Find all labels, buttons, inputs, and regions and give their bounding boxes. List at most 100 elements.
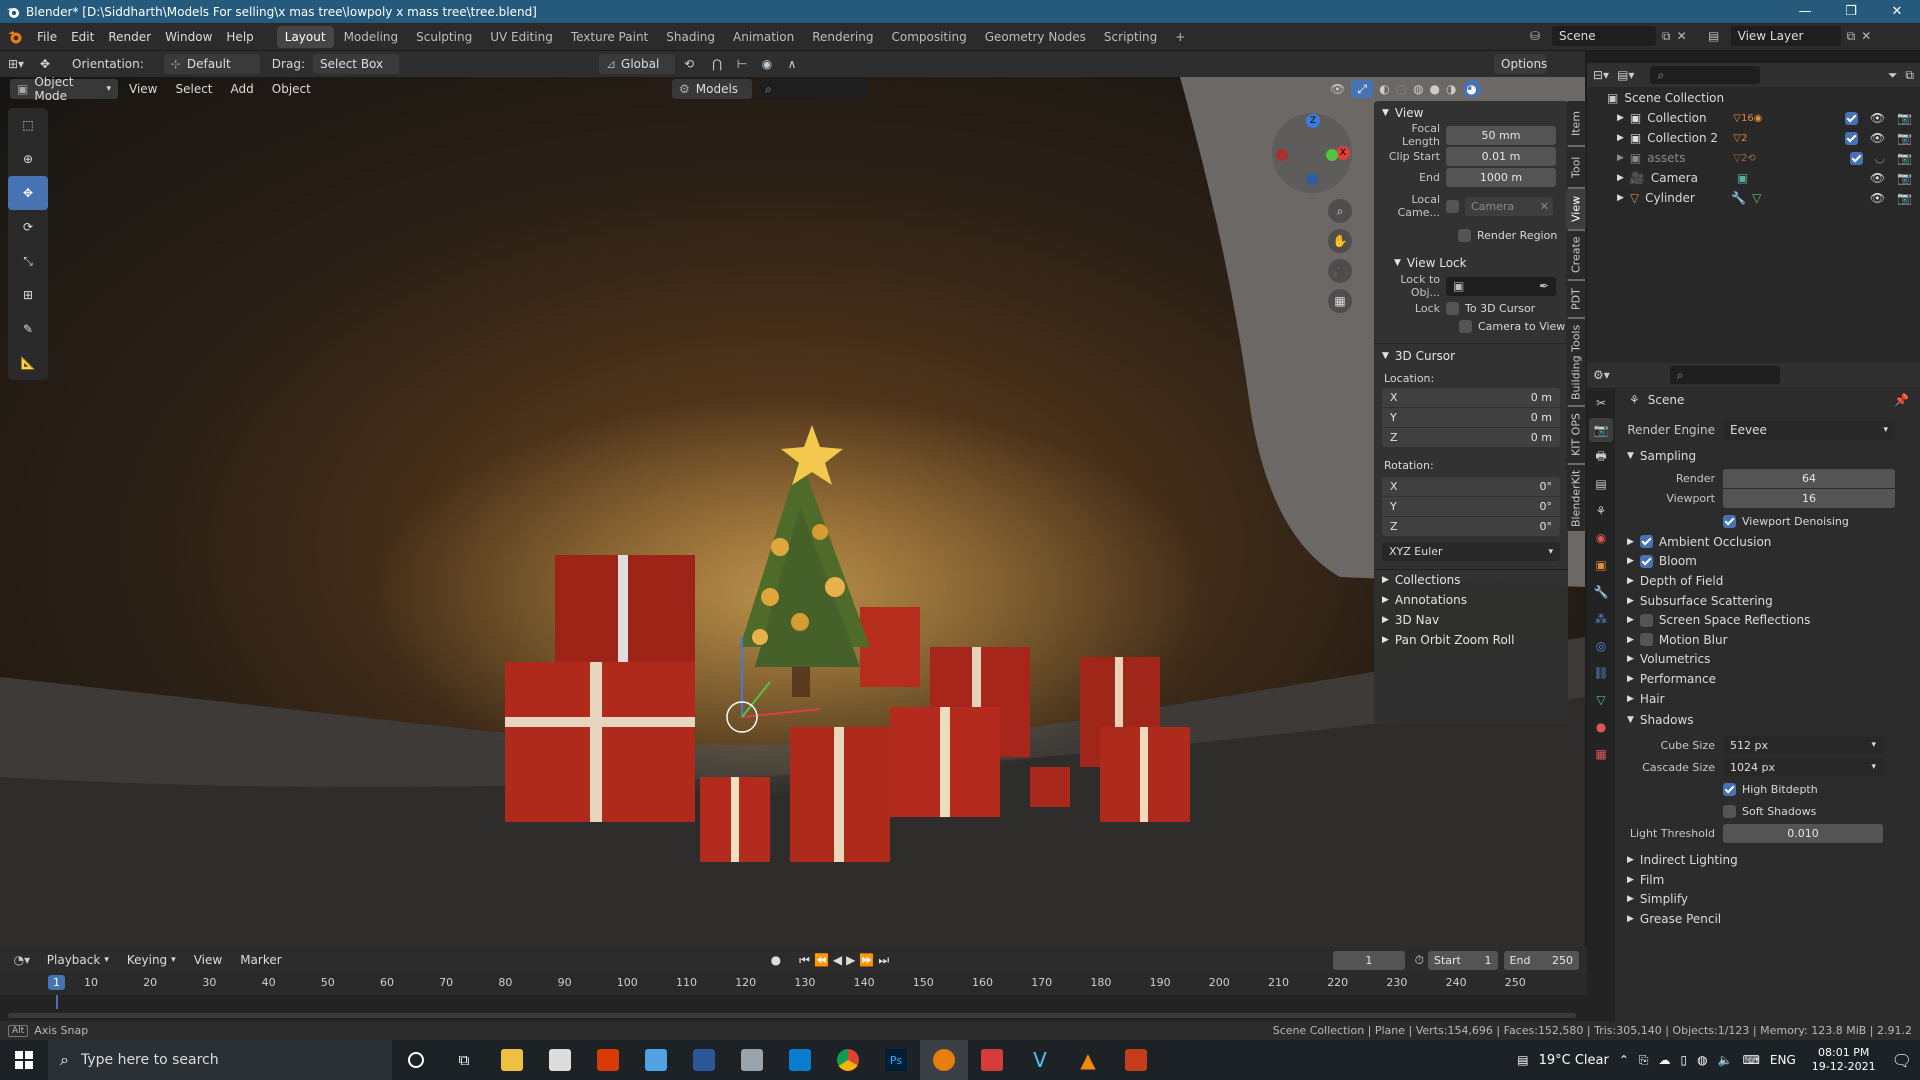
word-icon[interactable] (680, 1040, 728, 1080)
menu-help[interactable]: Help (219, 23, 260, 51)
snap-icon[interactable]: ⋂ (703, 57, 731, 71)
clip-start-field[interactable]: 0.01 m (1446, 146, 1556, 166)
view-layer-icon[interactable]: ▤ (1703, 29, 1725, 43)
cloud-icon[interactable]: ☁ (1659, 1053, 1671, 1067)
3d-viewport[interactable]: ▣ Object Mode ▾ View Select Add Object ⚙ Mo… (0, 77, 1585, 947)
timeline-menu-view[interactable]: View (187, 950, 229, 970)
xray-icon[interactable]: ▢ (1396, 82, 1407, 96)
cube-size-dropdown[interactable]: 512 px ▾ (1723, 736, 1883, 755)
camera-view-icon[interactable]: 🎥 (1328, 259, 1352, 283)
options-dropdown[interactable]: Options (1494, 54, 1547, 74)
tab-layout[interactable]: Layout (276, 25, 334, 48)
editor-type-icon[interactable]: ⊞▾ (0, 57, 32, 71)
render-region-checkbox[interactable] (1458, 228, 1471, 242)
render-panel-header[interactable]: ▶ Volumetrics (1619, 650, 1917, 670)
minimize-button[interactable]: — (1782, 0, 1828, 23)
render-tab-icon[interactable]: 📷 (1589, 418, 1613, 442)
notifications-icon[interactable]: 🗨 (1892, 1051, 1912, 1070)
new-scene-icon[interactable]: ⧉ (1662, 29, 1671, 44)
models-dropdown[interactable]: ⚙ Models (672, 79, 752, 99)
camera-render-icon[interactable]: 📷 (1897, 191, 1912, 205)
vlc-icon[interactable]: ▲ (1064, 1040, 1112, 1080)
tab-kit-ops[interactable]: KIT OPS (1566, 407, 1586, 463)
timeline-menu-playback[interactable]: Playback ▾ (40, 950, 116, 970)
eye-icon[interactable]: 👁 (1870, 131, 1885, 145)
outliner-editor-icon[interactable]: ⊟▾ (1593, 68, 1609, 82)
photoshop-icon[interactable]: Ps (872, 1040, 920, 1080)
menu-edit[interactable]: Edit (64, 23, 101, 51)
pan-hand-icon[interactable]: ✋ (1328, 229, 1352, 253)
store-icon[interactable] (536, 1040, 584, 1080)
tab-uv-editing[interactable]: UV Editing (482, 26, 561, 48)
filter-icon[interactable]: ⏷ (1888, 68, 1898, 83)
render-lower-panel-header[interactable]: ▶ Simplify (1619, 890, 1917, 910)
3d-cursor-section-header[interactable]: ▼ 3D Cursor (1374, 344, 1568, 368)
menu-render[interactable]: Render (101, 23, 158, 51)
gizmo-neg-x[interactable] (1276, 149, 1288, 161)
tab-compositing[interactable]: Compositing (883, 26, 974, 48)
camera-render-icon[interactable]: 📷 (1897, 171, 1912, 185)
volume-icon[interactable]: 🔈 (1718, 1053, 1733, 1067)
frame-ruler[interactable]: 1 10 20 30 40 50 60 70 80 90 100 110 120 130 140 150 160… (0, 973, 1587, 995)
render-panel-header[interactable]: ▶ Hair (1619, 689, 1917, 709)
tab-rendering[interactable]: Rendering (804, 26, 881, 48)
focal-length-field[interactable]: 50 mm (1446, 125, 1556, 145)
end-frame-field[interactable]: End 250 (1503, 950, 1580, 970)
cursor-rotation-x[interactable]: X 0° (1382, 477, 1560, 496)
tray-app-icon[interactable]: ⎘ (1639, 1053, 1649, 1068)
3d-nav-section-header[interactable]: ▶ 3D Nav (1374, 610, 1568, 630)
solid-shading-icon[interactable]: ● (1430, 82, 1440, 96)
viewport-denoising-checkbox[interactable] (1723, 514, 1736, 528)
menu-window[interactable]: Window (158, 23, 219, 51)
cursor-rotation-y[interactable]: Y 0° (1382, 497, 1560, 516)
stopwatch-icon[interactable]: ⏱ (1415, 953, 1424, 968)
outliner-row-camera[interactable]: ▶ 🎥 Camera ▣ 👁 📷 (1587, 168, 1920, 188)
cursor-location-x[interactable]: X 0 m (1382, 388, 1560, 407)
app-icon-red[interactable] (968, 1040, 1016, 1080)
clear-icon[interactable]: ✕ (1540, 200, 1549, 213)
new-collection-icon[interactable]: ⧉ (1905, 68, 1914, 83)
render-panel-header[interactable]: ▶ Depth of Field (1619, 571, 1917, 591)
world-tab-icon[interactable]: ◉ (1589, 526, 1613, 550)
app-icon-blue[interactable] (632, 1040, 680, 1080)
cursor-tool[interactable]: ⊕ (8, 142, 48, 176)
start-button[interactable] (0, 1040, 48, 1080)
mode-dropdown[interactable]: ▣ Object Mode ▾ (10, 77, 118, 103)
render-enable-checkbox[interactable] (1639, 613, 1653, 627)
tab-modeling[interactable]: Modeling (336, 26, 407, 48)
eyedropper-icon[interactable]: ✒ (1539, 279, 1549, 293)
properties-editor-icon[interactable]: ⚙▾ (1593, 368, 1610, 382)
light-threshold-field[interactable]: 0.010 (1723, 823, 1883, 843)
collection-exclude-checkbox[interactable] (1844, 111, 1858, 125)
modifier-tab-icon[interactable]: 🔧 (1589, 580, 1613, 604)
jump-end-icon[interactable]: ⏭ (878, 953, 889, 968)
record-icon[interactable]: ● (771, 953, 781, 967)
visibility-icon[interactable]: 👁 (1330, 82, 1345, 96)
camera-render-icon[interactable]: 📷 (1897, 151, 1912, 165)
render-lower-panel-header[interactable]: ▶ Film (1619, 870, 1917, 890)
outliner-row-collection-2[interactable]: ▶ ▣ Collection 2 ▽2 👁 📷 (1587, 128, 1920, 148)
taskbar-search-box[interactable]: ⌕ Type here to search (48, 1040, 392, 1080)
perspective-grid-icon[interactable]: ▦ (1328, 289, 1352, 313)
overlay-toggle-icon[interactable]: ◐ (1379, 82, 1389, 96)
proportional-edit-icon[interactable]: ◉ (753, 57, 781, 71)
camera-to-view-checkbox[interactable] (1459, 319, 1472, 333)
clip-end-field[interactable]: 1000 m (1446, 167, 1556, 187)
collections-section-header[interactable]: ▶ Collections (1374, 570, 1568, 590)
tab-scripting[interactable]: Scripting (1096, 26, 1165, 48)
cascade-size-dropdown[interactable]: 1024 px ▾ (1723, 758, 1883, 777)
orientation-dropdown[interactable]: ⊹ Default (163, 54, 260, 74)
render-lower-panel-header[interactable]: ▶ Indirect Lighting (1619, 850, 1917, 870)
tab-sculpting[interactable]: Sculpting (408, 26, 480, 48)
render-enable-checkbox[interactable] (1639, 554, 1653, 568)
render-panel-header[interactable]: ▶ Subsurface Scattering (1619, 591, 1917, 611)
timeline-scrollbar[interactable] (8, 1013, 1576, 1018)
pan-orbit-section-header[interactable]: ▶ Pan Orbit Zoom Roll (1374, 630, 1568, 650)
file-explorer-icon[interactable] (488, 1040, 536, 1080)
viewport-menu-view[interactable]: View (122, 79, 164, 99)
task-view-icon[interactable]: ⧉ (440, 1040, 488, 1080)
physics-tab-icon[interactable]: ◎ (1589, 634, 1613, 658)
prev-keyframe-icon[interactable]: ⏪ (814, 953, 829, 967)
tray-chevron-up-icon[interactable]: ⌃ (1619, 1053, 1629, 1067)
lock-to-object-field[interactable]: ▣ ✒ (1446, 276, 1556, 296)
